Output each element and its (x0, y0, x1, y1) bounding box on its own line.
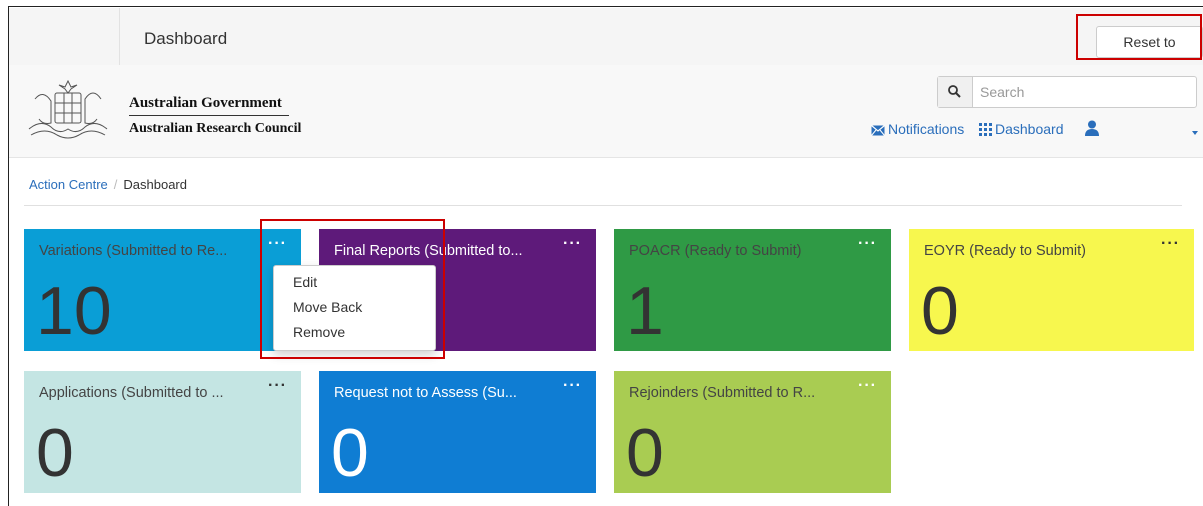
tile-title: Applications (Submitted to ... (39, 385, 224, 401)
envelope-icon (871, 125, 885, 136)
tile-eoyr[interactable]: EOYR (Ready to Submit) ··· 0 (909, 229, 1194, 351)
breadcrumb-divider (24, 205, 1182, 206)
tile-title: EOYR (Ready to Submit) (924, 243, 1086, 259)
tile-title: Rejoinders (Submitted to R... (629, 385, 816, 401)
tile-rejoinders[interactable]: Rejoinders (Submitted to R... ··· 0 (614, 371, 891, 493)
tile-count: 1 (626, 273, 664, 349)
tile-applications[interactable]: Applications (Submitted to ... ··· 0 (24, 371, 301, 493)
coat-of-arms-logo[interactable] (21, 79, 115, 145)
tile-menu-icon[interactable]: ··· (1161, 235, 1180, 253)
search-button[interactable] (938, 77, 973, 107)
search-input[interactable] (978, 80, 1182, 104)
breadcrumb-separator: / (113, 177, 118, 192)
breadcrumb-action-centre[interactable]: Action Centre (29, 177, 108, 192)
dashboard-label: Dashboard (995, 121, 1064, 137)
breadcrumb-current: Dashboard (123, 177, 187, 192)
search-box (937, 76, 1197, 108)
tile-count: 0 (36, 415, 74, 491)
tile-menu-icon[interactable]: ··· (563, 377, 582, 395)
site-header: Australian Government Australian Researc… (9, 65, 1203, 158)
agency-name: Australian Research Council (129, 121, 302, 136)
reset-highlight-box (1076, 14, 1202, 60)
tile-title: Request not to Assess (Su... (334, 385, 517, 401)
user-icon[interactable] (1085, 120, 1099, 136)
tile-poacr[interactable]: POACR (Ready to Submit) ··· 1 (614, 229, 891, 351)
tile-menu-icon[interactable]: ··· (268, 377, 287, 395)
tile-menu-icon[interactable]: ··· (858, 377, 877, 395)
branding-rule (129, 115, 289, 116)
menu-highlight-box (260, 219, 445, 359)
tile-menu-icon[interactable]: ··· (563, 235, 582, 253)
grid-icon (979, 123, 992, 136)
tile-request-not-to-assess[interactable]: Request not to Assess (Su... ··· 0 (319, 371, 596, 493)
page-title: Dashboard (144, 29, 228, 48)
tile-count: 0 (331, 415, 369, 491)
notifications-label: Notifications (888, 121, 965, 137)
tile-title: POACR (Ready to Submit) (629, 243, 802, 259)
tile-count: 0 (921, 273, 959, 349)
tile-menu-icon[interactable]: ··· (858, 235, 877, 253)
tile-count: 10 (36, 273, 112, 349)
search-icon (948, 85, 961, 98)
top-bar: Dashboard Reset to default (9, 8, 1203, 80)
government-name: Australian Government (129, 95, 282, 111)
tile-count: 0 (626, 415, 664, 491)
top-bar-divider (119, 8, 120, 65)
tile-title: Variations (Submitted to Re... (39, 243, 228, 259)
dashboard-link[interactable]: Dashboard (979, 121, 1064, 137)
breadcrumb: Action Centre / Dashboard (29, 177, 187, 192)
user-menu-caret-icon[interactable] (1192, 131, 1198, 135)
notifications-link[interactable]: Notifications (871, 121, 964, 137)
